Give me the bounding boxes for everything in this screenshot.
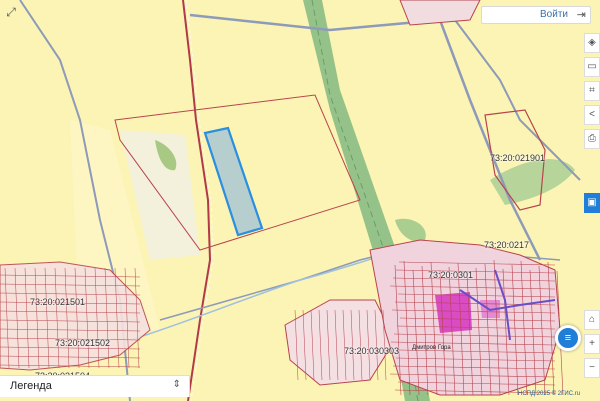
zoom-out-button[interactable]: − [584, 358, 600, 378]
parcel-label-021502: 73:20:021502 [55, 338, 111, 348]
layers-icon[interactable]: ◈ [584, 33, 600, 53]
scan-icon[interactable]: ⌗ [584, 81, 600, 101]
zoom-in-button[interactable]: + [584, 334, 600, 354]
place-label: Дмитров Гора [412, 345, 451, 351]
zoom-extra-icon[interactable]: ⌂ [584, 310, 600, 330]
map-attribution[interactable]: НСПД 2025 © 2ГИС.ru [518, 391, 580, 397]
locate-button[interactable]: ≡ [555, 325, 581, 351]
print-icon[interactable]: ⎙ [584, 129, 600, 149]
map-toolbar: ◈ ▭ ⌗ < ⎙ ▣ [584, 33, 600, 217]
chevron-updown-icon: ⇕ [172, 379, 181, 390]
measure-icon[interactable]: ▭ [584, 57, 600, 77]
legend-label: Легенда [10, 380, 52, 392]
parcel-label-021501: 73:20:021501 [30, 297, 86, 307]
parcel-label-0301: 73:20:0301 [428, 270, 474, 280]
share-icon[interactable]: < [584, 105, 600, 125]
basemap-icon[interactable]: ▣ [584, 193, 600, 213]
login-label: Войти [540, 9, 568, 20]
zoom-controls: ⌂ + − [584, 310, 600, 382]
parcel-label-0217: 73:20:0217 [484, 240, 530, 250]
login-icon: ⇥ [576, 9, 586, 21]
parcel-label-030303: 73:20:030303 [344, 346, 400, 356]
expand-icon[interactable]: ⤢ [4, 5, 18, 19]
parcel-label-021901: 73:20:021901 [490, 153, 546, 163]
legend-dropdown[interactable]: Легенда ⇕ [0, 375, 190, 397]
login-button[interactable]: Войти ⇥ [481, 6, 591, 24]
